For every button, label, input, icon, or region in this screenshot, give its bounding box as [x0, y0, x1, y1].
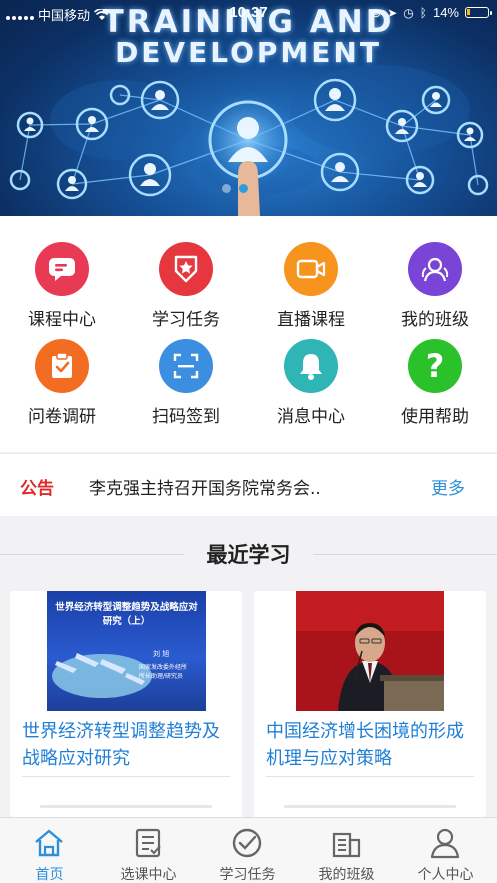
- recent-course-card[interactable]: 世界经济转型调整趋势及战略应对研究（上） 刘 旭 国家发改委外经所 所长助理/研…: [10, 591, 242, 821]
- tab-home[interactable]: 首页: [0, 818, 99, 883]
- thumbnail-heading: 世界经济转型调整趋势及战略应对研究（上）: [55, 602, 198, 627]
- tab-personal-center[interactable]: 个人中心: [396, 818, 495, 883]
- clipboard-check-icon: [35, 339, 89, 393]
- menu-item-learning-tasks[interactable]: 学习任务: [124, 242, 248, 338]
- thumbnail-speaker: 刘 旭: [153, 650, 170, 658]
- help-question-icon: ?: [408, 339, 462, 393]
- thumbnail-org-line: 国家发改委外经所: [139, 664, 188, 671]
- divider: [313, 554, 497, 555]
- menu-item-course-center[interactable]: 课程中心: [0, 242, 124, 338]
- menu-label: 问卷调研: [28, 407, 96, 427]
- scan-icon: [159, 339, 213, 393]
- announcement-text[interactable]: 李克强主持召开国务院常务会..: [89, 474, 321, 499]
- tab-label: 个人中心: [417, 867, 474, 883]
- thumbnail-org: 国家发改委外经所 所长助理/研究员: [139, 663, 187, 681]
- card-footer-bar: [40, 805, 212, 808]
- menu-item-my-class[interactable]: 我的班级: [373, 242, 497, 338]
- bottom-tab-bar: 首页 选课中心 学习任务 我的班级 个人中心: [0, 817, 497, 883]
- speaker-photo: [296, 591, 444, 711]
- menu-label: 消息中心: [277, 407, 345, 427]
- location-icon: ➤: [387, 5, 398, 20]
- class-building-icon: [332, 832, 361, 858]
- tab-my-class[interactable]: 我的班级: [297, 818, 396, 883]
- battery-percent: 14%: [432, 5, 459, 20]
- alarm-icon: ◷: [403, 5, 414, 20]
- thumbnail-org-line: 所长助理/研究员: [139, 673, 184, 680]
- menu-label: 学习任务: [152, 310, 220, 330]
- tab-label: 学习任务: [219, 867, 276, 883]
- tab-learning-tasks[interactable]: 学习任务: [198, 818, 297, 883]
- orientation-lock-icon: ⊚: [371, 5, 382, 20]
- carousel-dot-active[interactable]: [239, 184, 248, 193]
- menu-label: 直播课程: [277, 310, 345, 330]
- course-title[interactable]: 中国经济增长困境的形成机理与应对策略: [266, 718, 478, 772]
- bluetooth-icon: ᛒ: [419, 5, 427, 20]
- menu-label: 我的班级: [401, 310, 469, 330]
- check-circle-icon: [232, 828, 262, 858]
- recent-learning-header: 最近学习: [0, 530, 497, 578]
- course-list-icon: [135, 828, 161, 858]
- person-icon: [430, 828, 460, 859]
- group-people-icon: [408, 242, 462, 296]
- status-bar: 中国移动 10:37 ⊚ ➤ ◷ ᛒ 14%: [0, 0, 497, 26]
- course-thumbnail: [296, 591, 444, 711]
- tab-label: 选课中心: [120, 867, 177, 883]
- battery-icon: [465, 7, 492, 18]
- banner-carousel[interactable]: TRAINING AND DEVELOPMENT: [0, 0, 497, 216]
- carousel-indicator: [222, 184, 248, 193]
- card-divider: [266, 776, 474, 777]
- video-camera-icon: [284, 242, 338, 296]
- menu-label: 课程中心: [28, 310, 96, 330]
- star-badge-icon: [159, 242, 213, 296]
- carousel-dot[interactable]: [222, 184, 231, 193]
- banner-title-line2: DEVELOPMENT: [115, 36, 382, 69]
- menu-item-help[interactable]: ? 使用帮助: [373, 339, 497, 435]
- menu-label: 扫码签到: [152, 407, 220, 427]
- course-chat-icon: [35, 242, 89, 296]
- course-title[interactable]: 世界经济转型调整趋势及战略应对研究: [22, 718, 234, 772]
- recent-course-card[interactable]: 中国经济增长困境的形成机理与应对策略: [254, 591, 486, 821]
- card-divider: [22, 776, 230, 777]
- announcement-tag: 公告: [20, 479, 54, 499]
- home-icon: [35, 829, 63, 857]
- feature-menu-grid: 课程中心 学习任务 直播课程 我的班级 问卷调研 扫码签到 消息中心 ? 使用帮…: [0, 216, 497, 452]
- menu-item-live-courses[interactable]: 直播课程: [249, 242, 373, 338]
- card-footer-bar: [284, 805, 456, 808]
- course-thumbnail: 世界经济转型调整趋势及战略应对研究（上） 刘 旭 国家发改委外经所 所长助理/研…: [47, 591, 206, 711]
- announcement-bar: 公告 李克强主持召开国务院常务会.. 更多: [0, 453, 497, 516]
- menu-item-survey[interactable]: 问卷调研: [0, 339, 124, 435]
- announcement-more-link[interactable]: 更多: [431, 474, 465, 499]
- menu-label: 使用帮助: [401, 407, 469, 427]
- tab-label: 我的班级: [318, 867, 375, 883]
- tab-course-selection[interactable]: 选课中心: [99, 818, 198, 883]
- bell-icon: [284, 339, 338, 393]
- menu-item-message-center[interactable]: 消息中心: [249, 339, 373, 435]
- tab-label: 首页: [35, 867, 64, 883]
- menu-item-scan-checkin[interactable]: 扫码签到: [124, 339, 248, 435]
